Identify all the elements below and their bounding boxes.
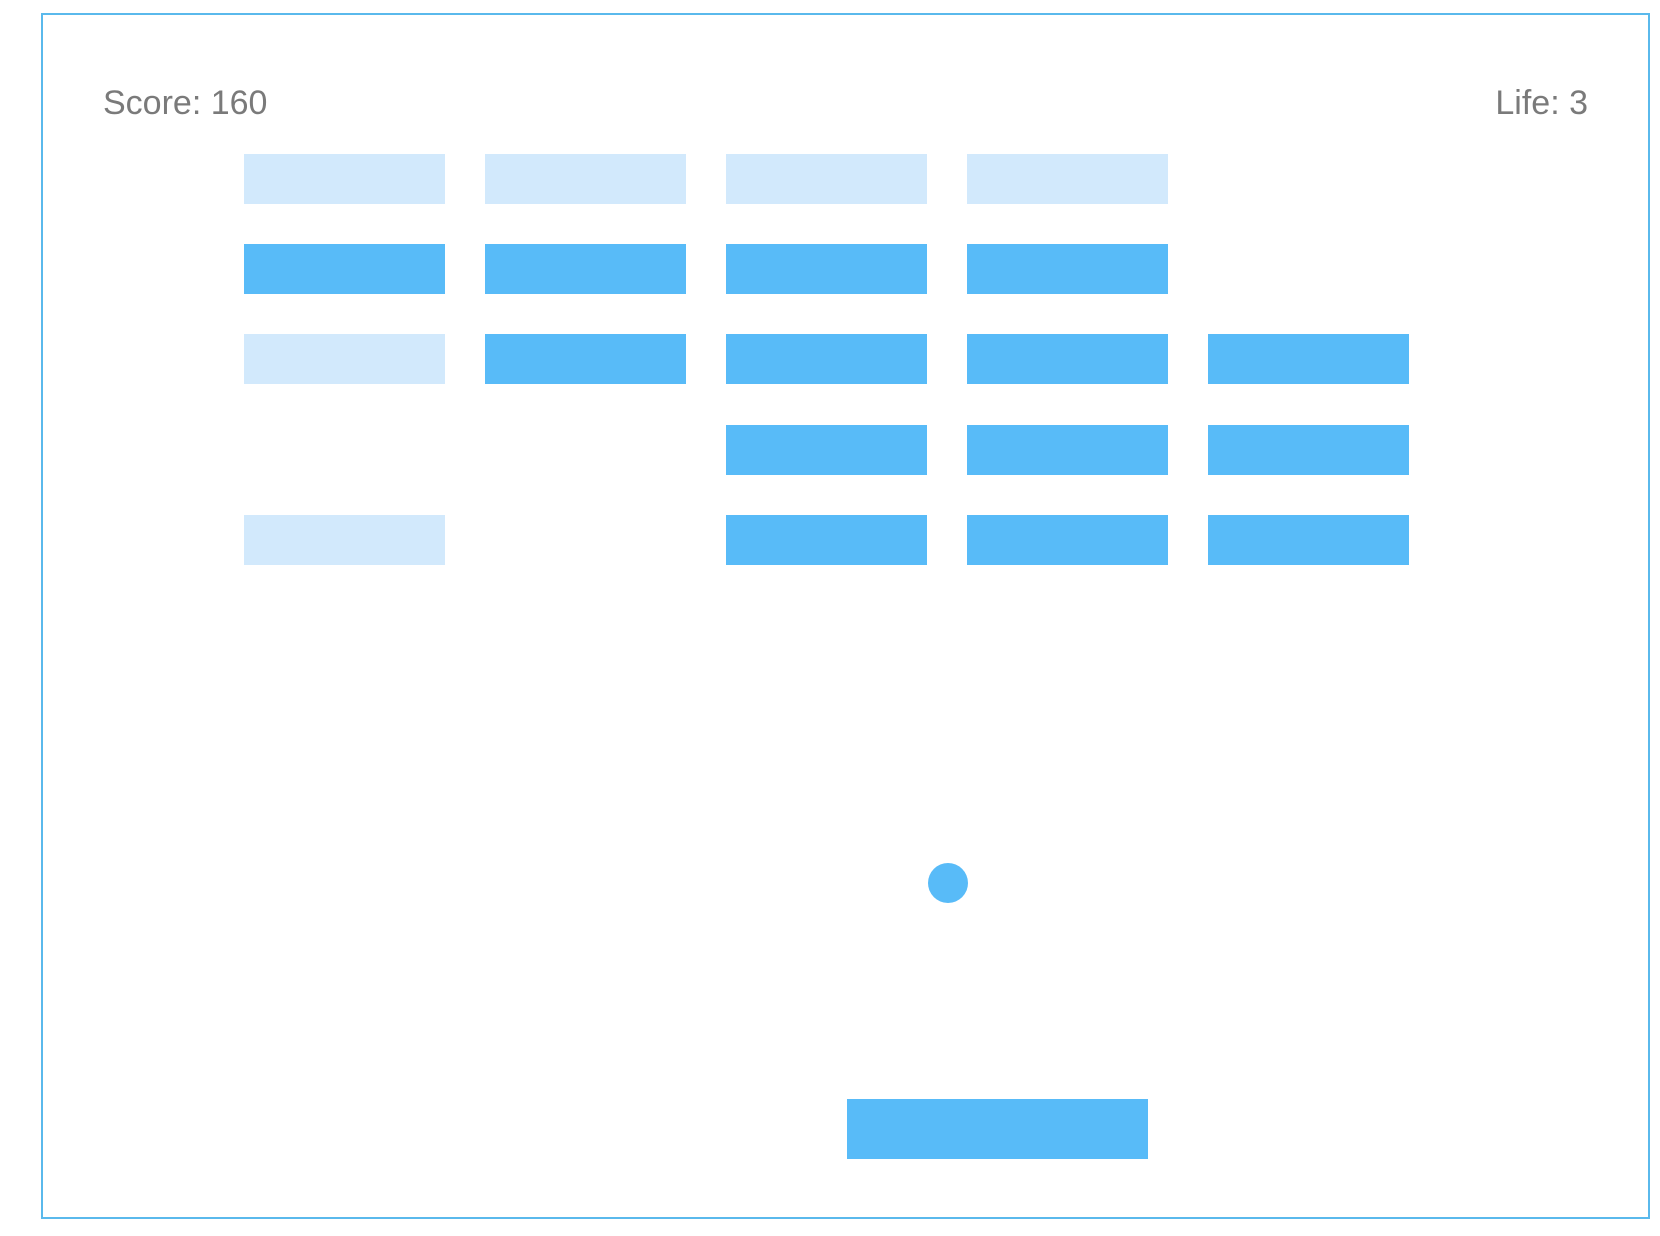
brick-r4-c4 [967, 425, 1168, 475]
brick-r4-c5 [1208, 425, 1409, 475]
brick-r4-c3 [726, 425, 927, 475]
brick-r3-c1 [244, 334, 445, 384]
brick-r1-c2 [485, 154, 686, 204]
brick-r2-c4 [967, 244, 1168, 294]
brick-r1-c4 [967, 154, 1168, 204]
brick-r3-c4 [967, 334, 1168, 384]
brick-r5-c1 [244, 515, 445, 565]
brick-r1-c1 [244, 154, 445, 204]
brick-r1-c3 [726, 154, 927, 204]
brick-r3-c3 [726, 334, 927, 384]
game-board[interactable]: Score: 160 Life: 3 [41, 13, 1650, 1219]
ball [928, 863, 968, 903]
brick-r5-c5 [1208, 515, 1409, 565]
brick-r2-c2 [485, 244, 686, 294]
brick-r2-c3 [726, 244, 927, 294]
brick-r3-c2 [485, 334, 686, 384]
brick-r3-c5 [1208, 334, 1409, 384]
score-display: Score: 160 [103, 84, 268, 122]
brick-r5-c4 [967, 515, 1168, 565]
paddle[interactable] [847, 1099, 1148, 1159]
life-display: Life: 3 [1495, 84, 1588, 122]
brick-r2-c1 [244, 244, 445, 294]
brick-r5-c3 [726, 515, 927, 565]
